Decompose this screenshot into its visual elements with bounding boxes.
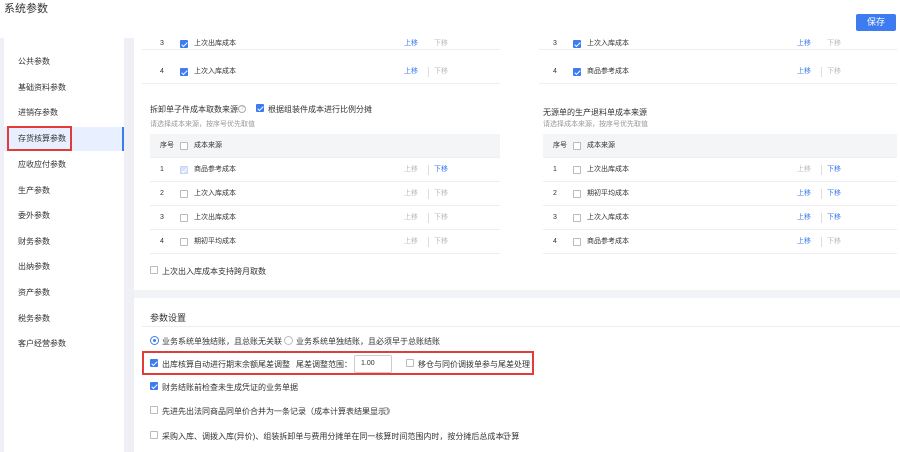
move-down-link[interactable]: 下移 bbox=[434, 158, 448, 182]
row-checkbox[interactable] bbox=[180, 238, 188, 246]
move-down-link[interactable]: 下移 bbox=[434, 230, 448, 254]
voucher-check-checkbox[interactable] bbox=[150, 382, 158, 390]
split-ratio-checkbox[interactable] bbox=[256, 104, 264, 112]
move-up-link[interactable]: 上移 bbox=[797, 230, 811, 254]
split-title: 拆卸单子件成本取数来源 bbox=[150, 105, 238, 114]
row-checkbox[interactable] bbox=[180, 68, 188, 76]
move-down-link[interactable]: 下移 bbox=[434, 60, 448, 84]
move-down-link[interactable]: 下移 bbox=[827, 158, 841, 182]
row-checkbox[interactable] bbox=[573, 68, 581, 76]
row-checkbox[interactable] bbox=[180, 40, 188, 48]
table-row: 3 上次出库成本 上移 下移 bbox=[150, 206, 500, 230]
move-down-link[interactable]: 下移 bbox=[827, 60, 841, 84]
radio-independent-label: 业务系统单独结账，且总账无关联 bbox=[162, 337, 282, 346]
table-row: 2 期初平均成本 上移 下移 bbox=[543, 182, 897, 206]
move-down-link[interactable]: 下移 bbox=[434, 182, 448, 206]
help-icon[interactable]: ? bbox=[382, 407, 390, 415]
returns-hint: 请选择成本来源，按序号优先取值 bbox=[543, 121, 648, 128]
split-hint: 请选择成本来源，按序号优先取值 bbox=[150, 121, 255, 128]
move-down-link[interactable]: 下移 bbox=[434, 38, 448, 50]
table-row: 3 上次入库成本 上移 下移 bbox=[539, 38, 897, 50]
row-checkbox[interactable] bbox=[573, 214, 581, 222]
table-row: 1 上次出库成本 上移 下移 bbox=[543, 158, 897, 182]
move-down-link[interactable]: 下移 bbox=[827, 38, 841, 50]
move-up-link[interactable]: 上移 bbox=[797, 60, 811, 84]
move-up-link[interactable]: 上移 bbox=[404, 206, 418, 230]
select-all-checkbox[interactable] bbox=[180, 142, 188, 150]
table-row: 4 商品参考成本 上移 下移 bbox=[539, 60, 897, 84]
move-down-link[interactable]: 下移 bbox=[827, 206, 841, 230]
sidebar-item-customer[interactable]: 客户经营参数 bbox=[4, 332, 124, 356]
move-up-link[interactable]: 上移 bbox=[797, 38, 811, 50]
sidebar-item-tax[interactable]: 税务参数 bbox=[4, 307, 124, 331]
sidebar: 公共参数 基础资料参数 进销存参数 存货核算参数 应收应付参数 生产参数 委外参… bbox=[4, 38, 124, 452]
fifo-merge-checkbox[interactable] bbox=[150, 406, 158, 414]
sidebar-item-assets[interactable]: 资产参数 bbox=[4, 281, 124, 305]
sidebar-item-public[interactable]: 公共参数 bbox=[4, 50, 124, 74]
move-up-link[interactable]: 上移 bbox=[797, 182, 811, 206]
page-title: 系统参数 bbox=[4, 3, 48, 15]
cross-month-checkbox[interactable] bbox=[150, 266, 158, 274]
sidebar-item-cashier[interactable]: 出纳参数 bbox=[4, 255, 124, 279]
help-icon[interactable]: ? bbox=[238, 105, 246, 113]
table-header: 序号 成本来源 bbox=[150, 134, 500, 158]
radio-before-gl-label: 业务系统单独结账，且必须早于总账结账 bbox=[296, 337, 440, 346]
row-checkbox[interactable] bbox=[180, 190, 188, 198]
row-checkbox[interactable] bbox=[180, 166, 188, 174]
move-up-link[interactable]: 上移 bbox=[797, 206, 811, 230]
table-row: 4 期初平均成本 上移 下移 bbox=[150, 230, 500, 254]
row-checkbox[interactable] bbox=[573, 238, 581, 246]
table-row: 3 上次出库成本 上移 下移 bbox=[142, 38, 500, 50]
select-all-checkbox[interactable] bbox=[573, 142, 581, 150]
top-bar: 系统参数 保存 bbox=[0, 0, 900, 38]
move-up-link[interactable]: 上移 bbox=[404, 230, 418, 254]
row-checkbox[interactable] bbox=[573, 190, 581, 198]
row-checkbox[interactable] bbox=[180, 214, 188, 222]
move-up-link[interactable]: 上移 bbox=[797, 158, 811, 182]
section-divider bbox=[134, 290, 900, 298]
fifo-merge-label: 先进先出法同商品同单价合并为一条记录（成本计算表结果显示） bbox=[162, 407, 394, 416]
split-ratio-label: 根据组装件成本进行比例分摊 bbox=[268, 105, 372, 114]
purchase-calc-label: 采购入库、调拨入库(异价)、组装拆卸单与费用分摊单在同一核算时间范围内时，按分摊… bbox=[162, 432, 520, 441]
cross-month-label: 上次出入库成本支持跨月取数 bbox=[162, 267, 266, 276]
purchase-calc-checkbox[interactable] bbox=[150, 431, 158, 439]
move-down-link[interactable]: 下移 bbox=[827, 182, 841, 206]
move-up-link[interactable]: 上移 bbox=[404, 182, 418, 206]
table-row: 1 商品参考成本 上移 下移 bbox=[150, 158, 500, 182]
table-row: 2 上次入库成本 上移 下移 bbox=[150, 182, 500, 206]
sidebar-item-outsourcing[interactable]: 委外参数 bbox=[4, 204, 124, 228]
move-up-link[interactable]: 上移 bbox=[404, 38, 418, 50]
row-checkbox[interactable] bbox=[573, 166, 581, 174]
help-icon[interactable]: ? bbox=[502, 432, 510, 440]
move-up-link[interactable]: 上移 bbox=[404, 60, 418, 84]
sidebar-item-receivable[interactable]: 应收应付参数 bbox=[4, 153, 124, 177]
main-content: 3 上次出库成本 上移 下移 4 上次入库成本 上移 下移 3 上次入库成本 上… bbox=[134, 38, 900, 452]
move-down-link[interactable]: 下移 bbox=[434, 206, 448, 230]
row-checkbox[interactable] bbox=[573, 40, 581, 48]
voucher-check-label: 财务结账前检查未生成凭证的业务单据 bbox=[162, 383, 298, 392]
sidebar-item-inventory[interactable]: 进销存参数 bbox=[4, 101, 124, 125]
radio-before-gl[interactable] bbox=[284, 336, 293, 345]
params-title: 参数设置 bbox=[150, 313, 187, 323]
table-row: 4 商品参考成本 上移 下移 bbox=[543, 230, 897, 254]
returns-title: 无源单的生产退料单成本来源 bbox=[543, 108, 647, 117]
table-header: 序号 成本来源 bbox=[543, 134, 897, 158]
move-down-link[interactable]: 下移 bbox=[827, 230, 841, 254]
sidebar-item-production[interactable]: 生产参数 bbox=[4, 179, 124, 203]
highlight-box-sidebar bbox=[7, 126, 72, 151]
radio-independent[interactable] bbox=[150, 336, 159, 345]
highlight-box-tail-adjust bbox=[142, 351, 534, 375]
table-row: 3 上次入库成本 上移 下移 bbox=[543, 206, 897, 230]
move-up-link[interactable]: 上移 bbox=[404, 158, 418, 182]
sidebar-item-basic-data[interactable]: 基础资料参数 bbox=[4, 76, 124, 100]
sidebar-item-finance[interactable]: 财务参数 bbox=[4, 230, 124, 254]
table-row: 4 上次入库成本 上移 下移 bbox=[142, 60, 500, 84]
save-button[interactable]: 保存 bbox=[856, 14, 896, 31]
